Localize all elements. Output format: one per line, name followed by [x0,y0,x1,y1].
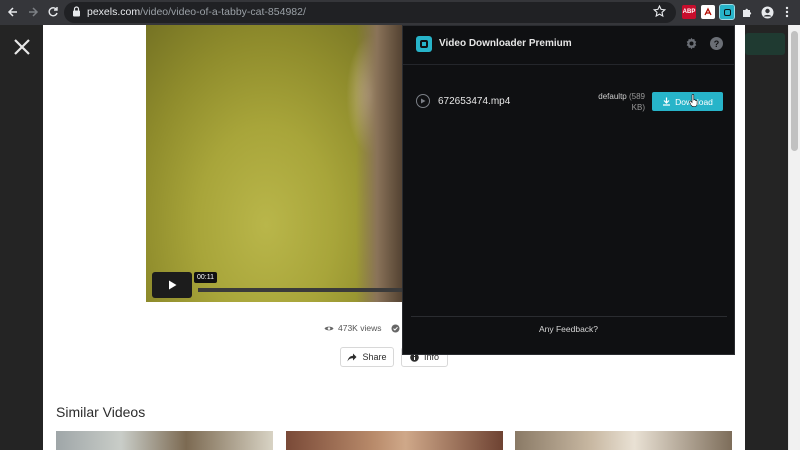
close-icon[interactable] [12,37,32,57]
eye-icon [324,326,334,330]
reload-button[interactable] [44,3,62,21]
browser-menu-icon[interactable] [780,5,794,19]
gear-icon[interactable] [685,37,698,50]
download-button[interactable]: Download [652,92,723,111]
share-icon [347,353,357,361]
video-downloader-logo-icon [416,36,432,52]
address-bar[interactable]: pexels.com/video/video-of-a-tabby-cat-85… [64,2,676,23]
adblock-icon[interactable]: ABP [682,5,696,19]
pdf-icon[interactable] [701,5,715,19]
similar-video-thumbnail[interactable] [286,431,503,450]
share-label: Share [362,352,387,362]
page-scrollbar[interactable] [788,25,800,450]
play-button[interactable] [152,272,192,298]
video-controls: 00:11 [146,270,404,302]
file-quality: defaultp (589 KB) [593,91,645,113]
scrollbar-thumb[interactable] [791,31,798,151]
time-tooltip: 00:11 [194,272,217,283]
video-player[interactable]: 00:11 [146,25,404,302]
arrow-right-icon [29,7,39,17]
cat-fur [356,25,404,302]
help-icon[interactable]: ? [710,37,723,50]
url-path: /video/video-of-a-tabby-cat-854982/ [140,6,306,18]
similar-video-thumbnail[interactable] [515,431,732,450]
play-icon [169,280,177,290]
file-size: (589 KB) [628,92,645,112]
file-name: 672653474.mp4 [438,96,511,107]
feedback-link[interactable]: Any Feedback? [403,324,734,334]
similar-video-thumbnail[interactable] [56,431,273,450]
url-domain: pexels.com [87,6,141,18]
extensions-puzzle-icon[interactable] [740,5,754,19]
check-icon [391,324,400,332]
background-button [745,33,785,55]
adblock-label: ABP [682,9,696,15]
similar-videos-heading: Similar Videos [56,404,146,420]
lock-icon [73,6,80,17]
back-button[interactable] [4,3,22,21]
video-downloader-icon[interactable] [719,4,735,20]
popup-divider [411,316,727,317]
arrow-left-icon [7,7,17,17]
video-progress-bar[interactable] [198,288,404,292]
popup-title: Video Downloader Premium [439,38,572,49]
reload-icon [48,7,58,17]
browser-toolbar: pexels.com/video/video-of-a-tabby-cat-85… [0,0,800,25]
preview-play-icon[interactable] [416,94,430,108]
bookmark-star-icon[interactable] [653,5,666,18]
views-count: 473K views [338,323,382,333]
quality-label: defaultp [598,92,627,101]
popup-header: Video Downloader Premium ? [403,26,734,65]
video-stats: 473K views [324,323,400,333]
hand-cursor-icon [689,94,698,107]
profile-avatar-icon[interactable] [760,5,774,19]
download-icon [663,97,671,106]
forward-button[interactable] [24,3,42,21]
download-item: 672653474.mp4 defaultp (589 KB) Download [403,76,734,116]
video-downloader-popup: Video Downloader Premium ? 672653474.mp4… [402,25,735,355]
url-text: pexels.com/video/video-of-a-tabby-cat-85… [87,6,306,18]
share-button[interactable]: Share [340,347,394,367]
